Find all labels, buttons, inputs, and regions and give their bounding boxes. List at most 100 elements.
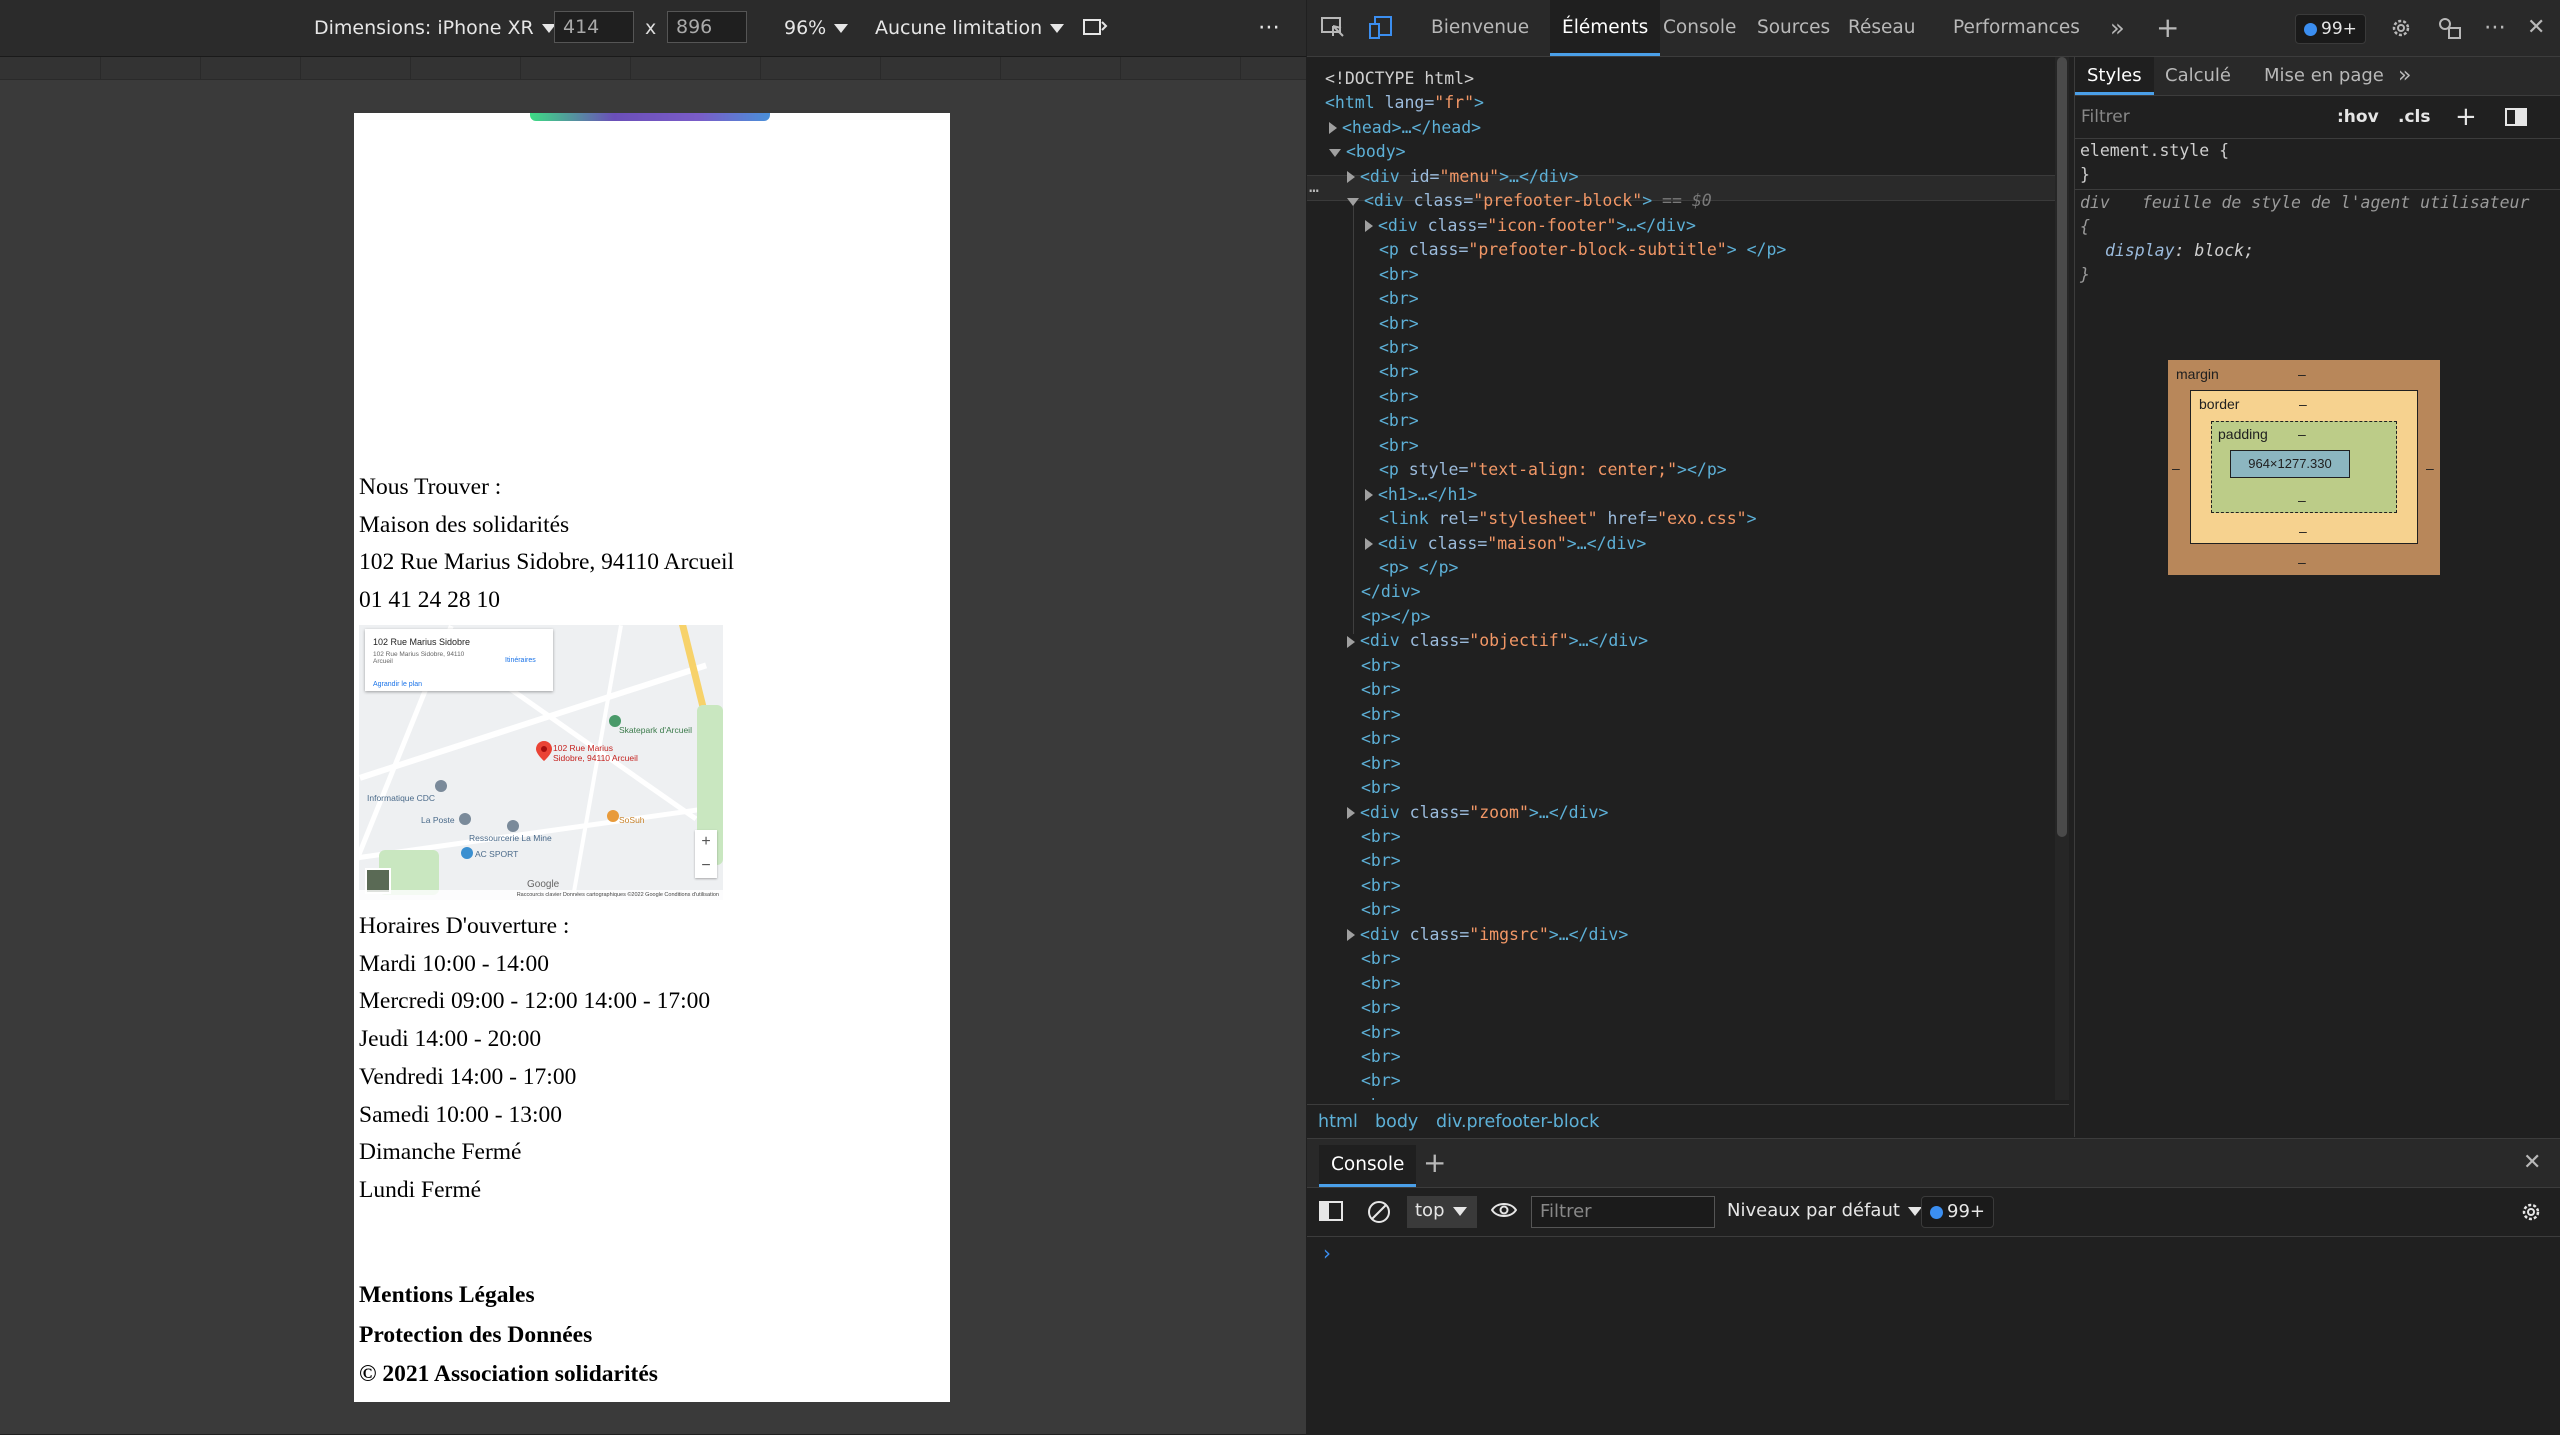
map-zoom-out-button[interactable]: − [695, 854, 717, 878]
expand-triangle-icon[interactable] [1347, 807, 1355, 819]
close-devtools-button[interactable]: ✕ [2527, 0, 2545, 56]
collapse-triangle-icon[interactable] [1347, 197, 1359, 206]
dom-node-row[interactable]: <head>…</head> [1329, 116, 1481, 140]
dom-node-row[interactable]: <br> [1361, 947, 1401, 971]
dom-node-row[interactable]: <!DOCTYPE html> [1325, 67, 1474, 91]
dom-node-row[interactable]: <p class="prefooter-block-subtitle"> </p… [1379, 238, 1786, 262]
dom-node-row[interactable]: <br> [1379, 360, 1419, 384]
device-height-input[interactable]: 896 [667, 11, 747, 43]
dom-node-row[interactable]: <html lang="fr"> [1325, 91, 1484, 115]
settings-gear-icon[interactable] [2389, 16, 2413, 40]
drawer-close-button[interactable]: ✕ [2523, 1139, 2541, 1187]
device-mode-icon[interactable] [1369, 16, 1395, 40]
breadcrumb-body[interactable]: body [1375, 1105, 1418, 1139]
expand-triangle-icon[interactable] [1347, 635, 1355, 648]
dom-node-row[interactable]: <br> [1379, 312, 1419, 336]
dom-node-row[interactable]: <br> [1361, 1021, 1401, 1045]
dom-node-row[interactable]: <br> [1379, 385, 1419, 409]
expand-triangle-icon[interactable] [1365, 220, 1373, 233]
tab-console[interactable]: Console [1663, 0, 1736, 56]
expand-triangle-icon[interactable] [1329, 122, 1337, 135]
dom-node-row[interactable]: <div class="objectif">…</div> [1347, 629, 1648, 653]
dom-node-row[interactable]: <br> [1361, 752, 1401, 776]
dom-node-row[interactable]: <br> [1361, 1094, 1401, 1100]
tab-network[interactable]: Réseau [1848, 0, 1916, 56]
dom-node-row[interactable]: <br> [1361, 849, 1401, 873]
dom-node-row[interactable]: <br> [1361, 703, 1401, 727]
dom-node-row[interactable]: <br> [1379, 434, 1419, 458]
dom-node-row[interactable]: <br> [1361, 898, 1401, 922]
console-prompt[interactable]: › [1323, 1241, 1331, 1265]
breadcrumb-html[interactable]: html [1318, 1105, 1358, 1139]
dom-node-row[interactable]: <p style="text-align: center;"></p> [1379, 458, 1727, 482]
dom-node-row[interactable]: <br> [1361, 727, 1401, 751]
dom-node-row[interactable]: <div class="maison">…</div> [1365, 532, 1646, 556]
dom-node-row[interactable]: <br> [1361, 776, 1401, 800]
more-style-tabs-button[interactable]: » [2398, 57, 2411, 95]
scrollbar-thumb[interactable] [2057, 57, 2067, 837]
dom-node-row[interactable]: <br> [1379, 409, 1419, 433]
device-dimensions-dropdown[interactable]: Dimensions: iPhone XR [314, 0, 556, 56]
styles-filter-input[interactable]: Filtrer [2081, 104, 2309, 130]
node-actions-icon[interactable]: … [1309, 175, 1319, 199]
dom-node-row[interactable]: <div class="zoom">…</div> [1347, 801, 1608, 825]
tab-sources[interactable]: Sources [1757, 0, 1830, 56]
dom-node-row[interactable]: <div class="icon-footer">…</div> [1365, 214, 1696, 238]
dom-node-row[interactable]: <div class="imgsrc">…</div> [1347, 923, 1628, 947]
expand-triangle-icon[interactable] [1365, 538, 1373, 551]
expand-triangle-icon[interactable] [1347, 171, 1355, 184]
dom-node-row[interactable]: <br> [1361, 996, 1401, 1020]
device-toolbar-more-button[interactable]: ⋯ [1258, 0, 1280, 56]
dom-node-row[interactable]: <br> [1361, 825, 1401, 849]
dom-node-row[interactable]: <br> [1379, 336, 1419, 360]
customize-menu-button[interactable]: ⋯ [2484, 0, 2506, 56]
tab-styles[interactable]: Styles [2075, 57, 2154, 95]
element-style-selector[interactable]: element.style { [2080, 139, 2229, 163]
map-enlarge-link[interactable]: Agrandir le plan [373, 681, 422, 688]
drawer-tab-console[interactable]: Console [1319, 1145, 1417, 1187]
drawer-add-button[interactable]: + [1423, 1139, 1446, 1187]
elements-scrollbar[interactable] [2055, 57, 2069, 1100]
tab-elements[interactable]: Éléments [1550, 0, 1661, 56]
dom-node-row[interactable]: <link rel="stylesheet" href="exo.css"> [1379, 507, 1757, 531]
dom-node-row[interactable]: <br> [1361, 972, 1401, 996]
dom-node-row[interactable]: <h1>…</h1> [1365, 483, 1477, 507]
dom-node-row[interactable]: <br> [1361, 678, 1401, 702]
expand-triangle-icon[interactable] [1365, 489, 1373, 502]
legal-notice-link[interactable]: Mentions Légales [359, 1282, 535, 1309]
expand-triangle-icon[interactable] [1347, 929, 1355, 942]
tab-welcome[interactable]: Bienvenue [1431, 0, 1529, 56]
collapse-triangle-icon[interactable] [1329, 148, 1341, 157]
dom-node-row[interactable]: <p> </p> [1379, 556, 1458, 580]
console-sidebar-icon[interactable] [1319, 1201, 1343, 1233]
rotate-icon[interactable] [1082, 16, 1108, 40]
tab-performance[interactable]: Performances [1953, 0, 2080, 56]
log-levels-dropdown[interactable]: Niveaux par défaut [1727, 1196, 1922, 1228]
console-settings-gear-icon[interactable] [2519, 1200, 2543, 1232]
clear-console-icon[interactable] [1367, 1200, 1391, 1232]
issues-badge[interactable]: 99+ [2295, 14, 2366, 44]
google-map-embed[interactable]: 102 Rue Marius Sidobre 102 Rue Marius Si… [359, 625, 723, 900]
feedback-icon[interactable] [2437, 16, 2463, 40]
class-toggle[interactable]: .cls [2398, 104, 2430, 130]
elements-dom-tree[interactable]: … <!DOCTYPE html> <html lang="fr"> <head>…… [1307, 57, 2055, 1100]
map-zoom-in-button[interactable]: + [695, 830, 717, 854]
inspect-element-icon[interactable] [1321, 16, 1347, 40]
device-width-input[interactable]: 414 [554, 11, 634, 43]
throttling-dropdown[interactable]: Aucune limitation [875, 0, 1065, 56]
dom-node-row[interactable]: <br> [1379, 263, 1419, 287]
dom-node-row[interactable]: <br> [1379, 287, 1419, 311]
data-protection-link[interactable]: Protection des Données [359, 1322, 592, 1349]
console-issues-badge[interactable]: 99+ [1921, 1196, 1994, 1228]
live-expression-eye-icon[interactable] [1490, 1200, 1518, 1232]
console-filter-input[interactable]: Filtrer [1531, 1196, 1715, 1228]
dom-node-row[interactable]: <br> [1361, 654, 1401, 678]
dom-node-row[interactable]: <br> [1361, 1045, 1401, 1069]
dom-node-row[interactable]: <div id="menu">…</div> [1347, 165, 1579, 189]
zoom-dropdown[interactable]: 96% [784, 0, 849, 56]
dom-node-row[interactable]: </div> [1361, 580, 1421, 604]
dom-node-row[interactable]: <p></p> [1361, 605, 1431, 629]
dom-node-row[interactable]: <div class="prefooter-block"> == $0 [1347, 189, 1712, 213]
context-selector[interactable]: top [1407, 1196, 1477, 1228]
tab-layout[interactable]: Mise en page [2264, 57, 2384, 95]
